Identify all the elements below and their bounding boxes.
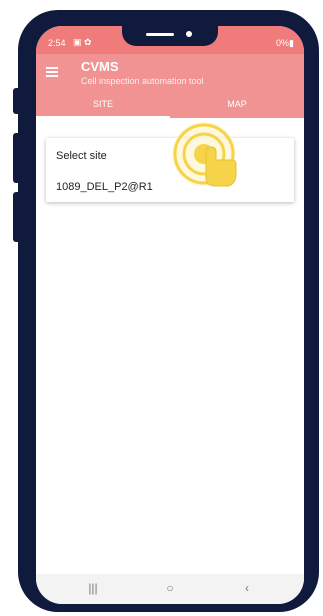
tab-bar: SITE MAP: [36, 92, 304, 118]
app-bar: CVMS Cell inspection automation tool: [36, 54, 304, 92]
select-site-label: Select site: [56, 150, 107, 162]
app-subtitle: Cell inspection automation tool: [81, 76, 204, 86]
front-camera: [186, 31, 192, 37]
recents-button[interactable]: |||: [78, 581, 108, 595]
home-button[interactable]: ○: [155, 581, 185, 595]
battery-indicator: 0%▮: [276, 38, 294, 48]
hamburger-menu-icon[interactable]: [46, 67, 58, 77]
status-bar: 2:54 ▣ ✿ 0%▮: [36, 26, 304, 54]
system-navigation-bar: ||| ○ ‹: [36, 574, 304, 604]
status-notification-icons: ▣ ✿: [73, 37, 92, 47]
selected-site-value[interactable]: 1089_DEL_P2@R1: [56, 181, 153, 193]
camera-notch: [122, 26, 218, 46]
tap-gesture-icon: [172, 122, 237, 187]
phone-screen: 2:54 ▣ ✿ 0%▮ CVMS Cell inspection automa…: [36, 26, 304, 604]
status-time: 2:54: [48, 38, 66, 48]
tab-site[interactable]: SITE: [36, 92, 170, 118]
speaker-grille: [146, 33, 174, 36]
tab-map[interactable]: MAP: [170, 92, 304, 118]
back-button[interactable]: ‹: [232, 581, 262, 595]
app-title: CVMS: [81, 59, 119, 74]
